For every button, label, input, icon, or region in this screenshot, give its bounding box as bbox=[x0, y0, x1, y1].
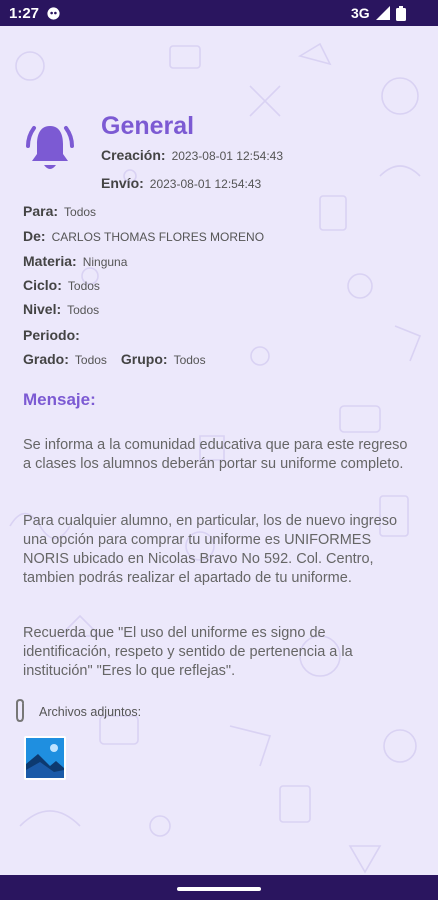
notification-icon bbox=[47, 7, 60, 20]
para-label: Para: bbox=[23, 203, 59, 219]
nivel-label: Nivel: bbox=[23, 301, 62, 317]
paperclip-icon bbox=[16, 698, 24, 723]
creation-row: Creación: 2023-08-01 12:54:43 bbox=[101, 147, 283, 163]
grupo-label: Grupo: bbox=[120, 351, 168, 367]
ciclo-value: Todos bbox=[67, 279, 100, 293]
notification-category: General bbox=[101, 112, 195, 140]
battery-icon bbox=[396, 6, 406, 21]
ciclo-field: Ciclo: Todos bbox=[23, 277, 100, 293]
status-time: 1:27 bbox=[9, 5, 40, 22]
nivel-field: Nivel: Todos bbox=[23, 301, 99, 317]
grupo-value: Todos bbox=[173, 353, 206, 367]
materia-label: Materia: bbox=[23, 253, 77, 269]
home-gesture-handle[interactable] bbox=[177, 887, 261, 891]
message-label: Mensaje: bbox=[23, 390, 96, 409]
signal-icon bbox=[376, 6, 390, 20]
network-type: 3G bbox=[351, 5, 370, 21]
creation-value: 2023-08-01 12:54:43 bbox=[171, 149, 284, 163]
para-field: Para: Todos bbox=[23, 203, 96, 219]
periodo-field: Periodo: bbox=[23, 327, 80, 343]
sent-row: Envío: 2023-08-01 12:54:43 bbox=[101, 175, 261, 191]
para-value: Todos bbox=[64, 205, 97, 219]
message-paragraph-3: Recuerda que "El uso del uniforme es sig… bbox=[23, 625, 353, 679]
status-bar: 1:27 3G bbox=[0, 0, 438, 26]
grado-grupo-field: Grado: Todos Grupo: Todos bbox=[23, 351, 206, 367]
sent-label: Envío: bbox=[101, 175, 144, 191]
grado-value: Todos bbox=[74, 353, 107, 367]
ciclo-label: Ciclo: bbox=[23, 277, 62, 293]
periodo-label: Periodo: bbox=[23, 327, 80, 343]
de-field: De: CARLOS THOMAS FLORES MORENO bbox=[23, 228, 264, 244]
de-label: De: bbox=[23, 228, 46, 244]
sent-value: 2023-08-01 12:54:43 bbox=[149, 177, 262, 191]
navigation-bar bbox=[0, 875, 438, 900]
attachments-label: Archivos adjuntos: bbox=[39, 705, 142, 719]
notification-detail: General Creación: 2023-08-01 12:54:43 Env… bbox=[0, 26, 438, 900]
creation-label: Creación: bbox=[101, 147, 166, 163]
grado-label: Grado: bbox=[23, 351, 69, 367]
message-paragraph-2: Para cualquier alumno, en particular, lo… bbox=[23, 513, 398, 586]
message-paragraph-1: Se informa a la comunidad educativa que … bbox=[23, 437, 408, 472]
materia-value: Ninguna bbox=[82, 255, 128, 269]
nivel-value: Todos bbox=[67, 303, 100, 317]
materia-field: Materia: Ninguna bbox=[23, 253, 127, 269]
bell-icon bbox=[26, 126, 74, 169]
de-value: CARLOS THOMAS FLORES MORENO bbox=[51, 230, 265, 244]
image-thumbnail-icon[interactable] bbox=[24, 736, 66, 780]
